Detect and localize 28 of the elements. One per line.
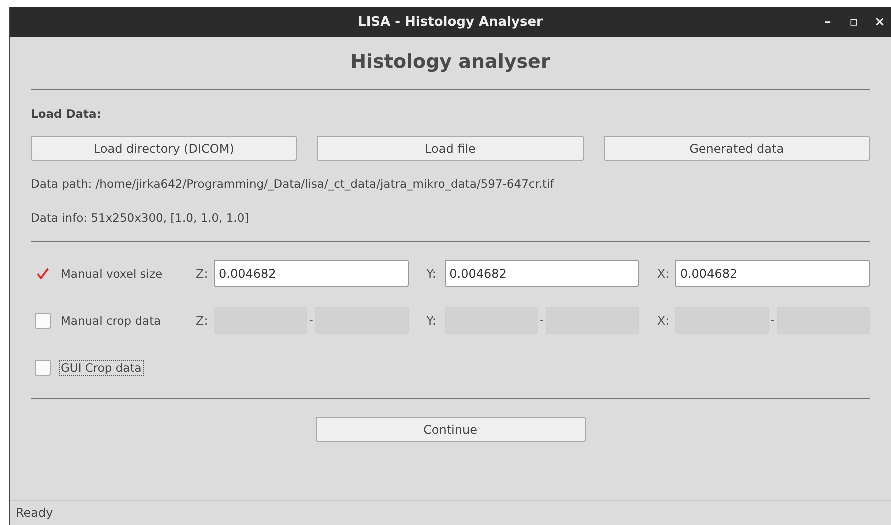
continue-button[interactable]: Continue — [316, 417, 586, 442]
input-field[interactable]: 0.004682 — [675, 260, 870, 287]
axis-label: Y: — [426, 266, 438, 280]
load-button[interactable]: Load file — [317, 136, 584, 161]
axis-label: X: — [657, 314, 671, 328]
range-separator: - — [308, 314, 314, 327]
load-button[interactable]: Generated data — [604, 136, 870, 161]
checkbox[interactable] — [35, 360, 51, 376]
status-text: Ready — [16, 506, 54, 520]
window-title: LISA - Histology Analyser — [358, 14, 543, 30]
input-field[interactable]: 0.004682 — [214, 260, 409, 287]
checkbox-label[interactable]: Manual voxel size — [59, 266, 165, 282]
axis-label: X: — [657, 266, 671, 280]
axis-label: Z: — [196, 314, 210, 328]
close-button[interactable]: × — [869, 14, 891, 30]
maximize-button[interactable]: ▫ — [843, 14, 865, 30]
checkbox-label[interactable]: GUI Crop data — [59, 360, 144, 376]
page-heading: Histology analyser — [350, 51, 550, 73]
range-separator: - — [770, 314, 776, 327]
minimize-button[interactable]: – — [817, 14, 839, 30]
load-button[interactable]: Load directory (DICOM) — [31, 136, 298, 161]
axis-label: Y: — [426, 314, 438, 328]
data-info-text: Data info: 51x250x300, [1.0, 1.0, 1.0] — [31, 211, 250, 225]
section-label: Load Data: — [31, 107, 102, 121]
axis-label: Z: — [196, 266, 210, 280]
data-path-text: Data path: /home/jirka642/Programming/_Data/lisa/_ct_data/jatra_mikro_data/597-647cr.tif — [31, 177, 554, 191]
input-field[interactable]: 0.004682 — [444, 260, 640, 287]
range-separator: - — [539, 314, 545, 327]
